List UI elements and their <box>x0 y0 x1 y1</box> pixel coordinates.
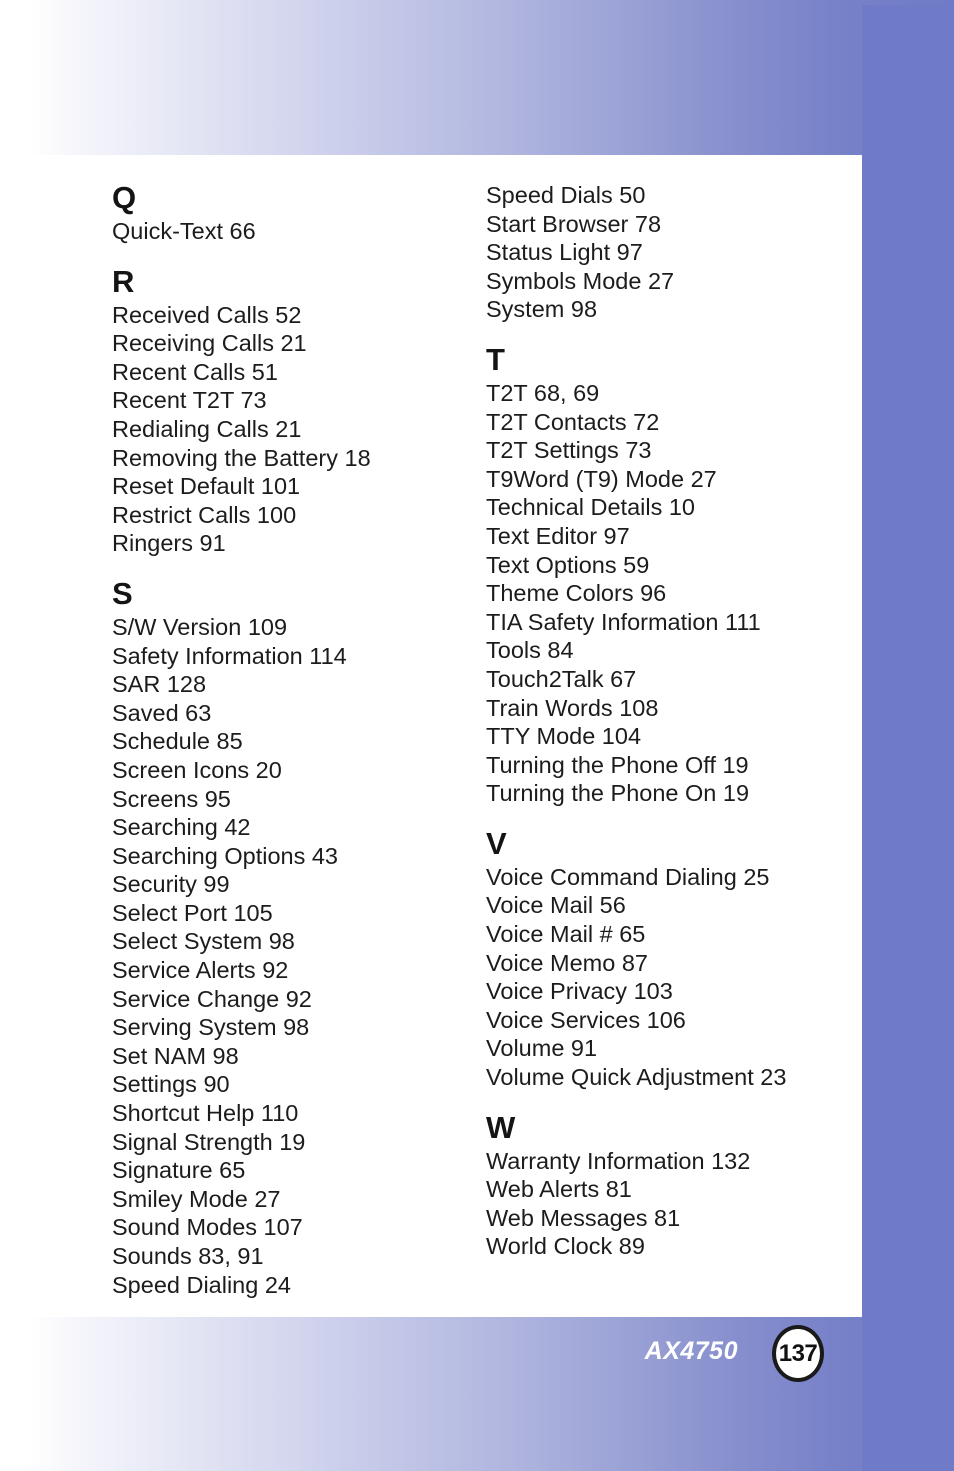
index-entry: Select Port 105 <box>112 899 273 926</box>
index-entry: Turning the Phone On 19 <box>486 780 750 807</box>
index-group: V Voice Command Dialing 25 Voice Mail 56 Vo… <box>486 825 846 1092</box>
index-entry: Security 99 <box>112 871 230 898</box>
index-entry: Searching 42 <box>112 814 251 841</box>
index-entry: T2T 68, 69 <box>486 379 600 406</box>
index-group: S S/W Version 109 Safety Information 114 SA… <box>112 575 472 1299</box>
index-entry: Warranty Information 132 <box>486 1147 751 1174</box>
index-entry: Signature 65 <box>112 1157 246 1184</box>
index-entry: Volume Quick Adjustment 23 <box>486 1064 787 1091</box>
index-entry: Reset Default 101 <box>112 473 301 500</box>
index-entry: Settings 90 <box>112 1071 230 1098</box>
index-entry: Text Options 59 <box>486 551 650 578</box>
index-entry: Ringers 91 <box>112 530 226 557</box>
index-entry: Smiley Mode 27 <box>112 1185 281 1212</box>
index-entry: Saved 63 <box>112 699 212 726</box>
index-entry: Technical Details 10 <box>486 494 695 521</box>
index-entry: S/W Version 109 <box>112 613 288 640</box>
index-column-left: Q Quick-Text 66 R Received Calls 52 Receivin… <box>112 181 472 1299</box>
index-entry: Symbols Mode 27 <box>486 267 675 294</box>
model-label: AX4750 <box>644 1337 738 1365</box>
index-entry: Restrict Calls 100 <box>112 501 297 528</box>
index-entry: Web Messages 81 <box>486 1204 681 1231</box>
index-entry: Speed Dialing 24 <box>112 1271 291 1298</box>
index-entry: Serving System 98 <box>112 1014 310 1041</box>
index-entry: SAR 128 <box>112 671 207 698</box>
index-columns: Q Quick-Text 66 R Received Calls 52 Receivin… <box>0 155 862 1317</box>
index-entry: Voice Memo 87 <box>486 949 648 976</box>
index-entry: T9Word (T9) Mode 27 <box>486 465 717 492</box>
index-entry: Select System 98 <box>112 928 295 955</box>
right-edge-accent-bar <box>862 5 954 1471</box>
index-entry: Searching Options 43 <box>112 842 339 869</box>
index-entry: Text Editor 97 <box>486 522 630 549</box>
page-footer: AX4750 137 <box>0 1325 862 1395</box>
index-entry: Voice Mail # 65 <box>486 921 646 948</box>
index-entry: Set NAM 98 <box>112 1042 239 1069</box>
index-entry: T2T Contacts 72 <box>486 408 660 435</box>
index-entry: TTY Mode 104 <box>486 723 642 750</box>
index-entry: Screen Icons 20 <box>112 756 282 783</box>
index-entry: Received Calls 52 <box>112 301 302 328</box>
index-entry: Turning the Phone Off 19 <box>486 751 749 778</box>
index-letter-heading: W <box>486 1109 516 1145</box>
index-entry: T2T Settings 73 <box>486 437 652 464</box>
index-letter-heading: V <box>486 825 507 861</box>
index-entry: Receiving Calls 21 <box>112 330 307 357</box>
index-entry: Web Alerts 81 <box>486 1176 632 1203</box>
index-entry: Signal Strength 19 <box>112 1128 306 1155</box>
index-entry: Voice Services 106 <box>486 1006 686 1033</box>
index-entry: Touch2Talk 67 <box>486 665 637 692</box>
index-entry: Quick-Text 66 <box>112 218 256 244</box>
index-entry: Redialing Calls 21 <box>112 415 302 442</box>
index-entry: Service Alerts 92 <box>112 957 289 984</box>
index-entry: Volume 91 <box>486 1035 598 1062</box>
index-entry: World Clock 89 <box>486 1233 645 1260</box>
index-entry: Sounds 83, 91 <box>112 1243 264 1269</box>
index-entry: Theme Colors 96 <box>486 580 667 607</box>
index-letter-heading: R <box>112 263 135 299</box>
page-number-badge: 137 <box>772 1325 824 1382</box>
index-entry: Screens 95 <box>112 785 231 812</box>
index-entry: Voice Privacy 103 <box>486 978 673 1005</box>
index-entry: Shortcut Help 110 <box>112 1100 299 1127</box>
index-entry: Status Light 97 <box>486 239 643 266</box>
index-entry: Recent T2T 73 <box>112 387 267 414</box>
index-column-right: Speed Dials 50 Start Browser 78 Status Lig… <box>486 181 846 1261</box>
index-group: R Received Calls 52 Receiving Calls 21 Rece… <box>112 263 472 558</box>
manual-index-page: Q Quick-Text 66 R Received Calls 52 Receivin… <box>0 0 954 1471</box>
index-entry: Recent Calls 51 <box>112 358 278 385</box>
index-entry: Start Browser 78 <box>486 210 662 237</box>
index-entry: Removing the Battery 18 <box>112 444 371 471</box>
content-panel: Q Quick-Text 66 R Received Calls 52 Receivin… <box>0 155 862 1317</box>
index-entry: Voice Mail 56 <box>486 892 626 919</box>
index-group: Q Quick-Text 66 <box>112 181 472 246</box>
index-entry: Service Change 92 <box>112 985 312 1012</box>
index-letter-heading: T <box>486 341 505 377</box>
index-group: W Warranty Information 132 Web Alerts 81 We… <box>486 1109 846 1261</box>
index-entry: Voice Command Dialing 25 <box>486 863 770 890</box>
index-entry: Safety Information 114 <box>112 642 347 669</box>
index-entry: Schedule 85 <box>112 728 243 755</box>
index-entry: Tools 84 <box>486 637 574 664</box>
page-number: 137 <box>778 1339 818 1367</box>
index-entry: Sound Modes 107 <box>112 1214 303 1241</box>
index-letter-heading: Q <box>112 180 137 215</box>
index-entry: TIA Safety Information 111 <box>486 608 761 635</box>
index-entry: Speed Dials 50 <box>486 182 646 208</box>
index-entry: Train Words 108 <box>486 694 659 721</box>
index-group: Speed Dials 50 Start Browser 78 Status Lig… <box>486 181 846 324</box>
index-letter-heading: S <box>112 575 133 611</box>
index-entry: System 98 <box>486 296 598 323</box>
index-group: T T2T 68, 69 T2T Contacts 72 T2T Settings 7… <box>486 341 846 808</box>
